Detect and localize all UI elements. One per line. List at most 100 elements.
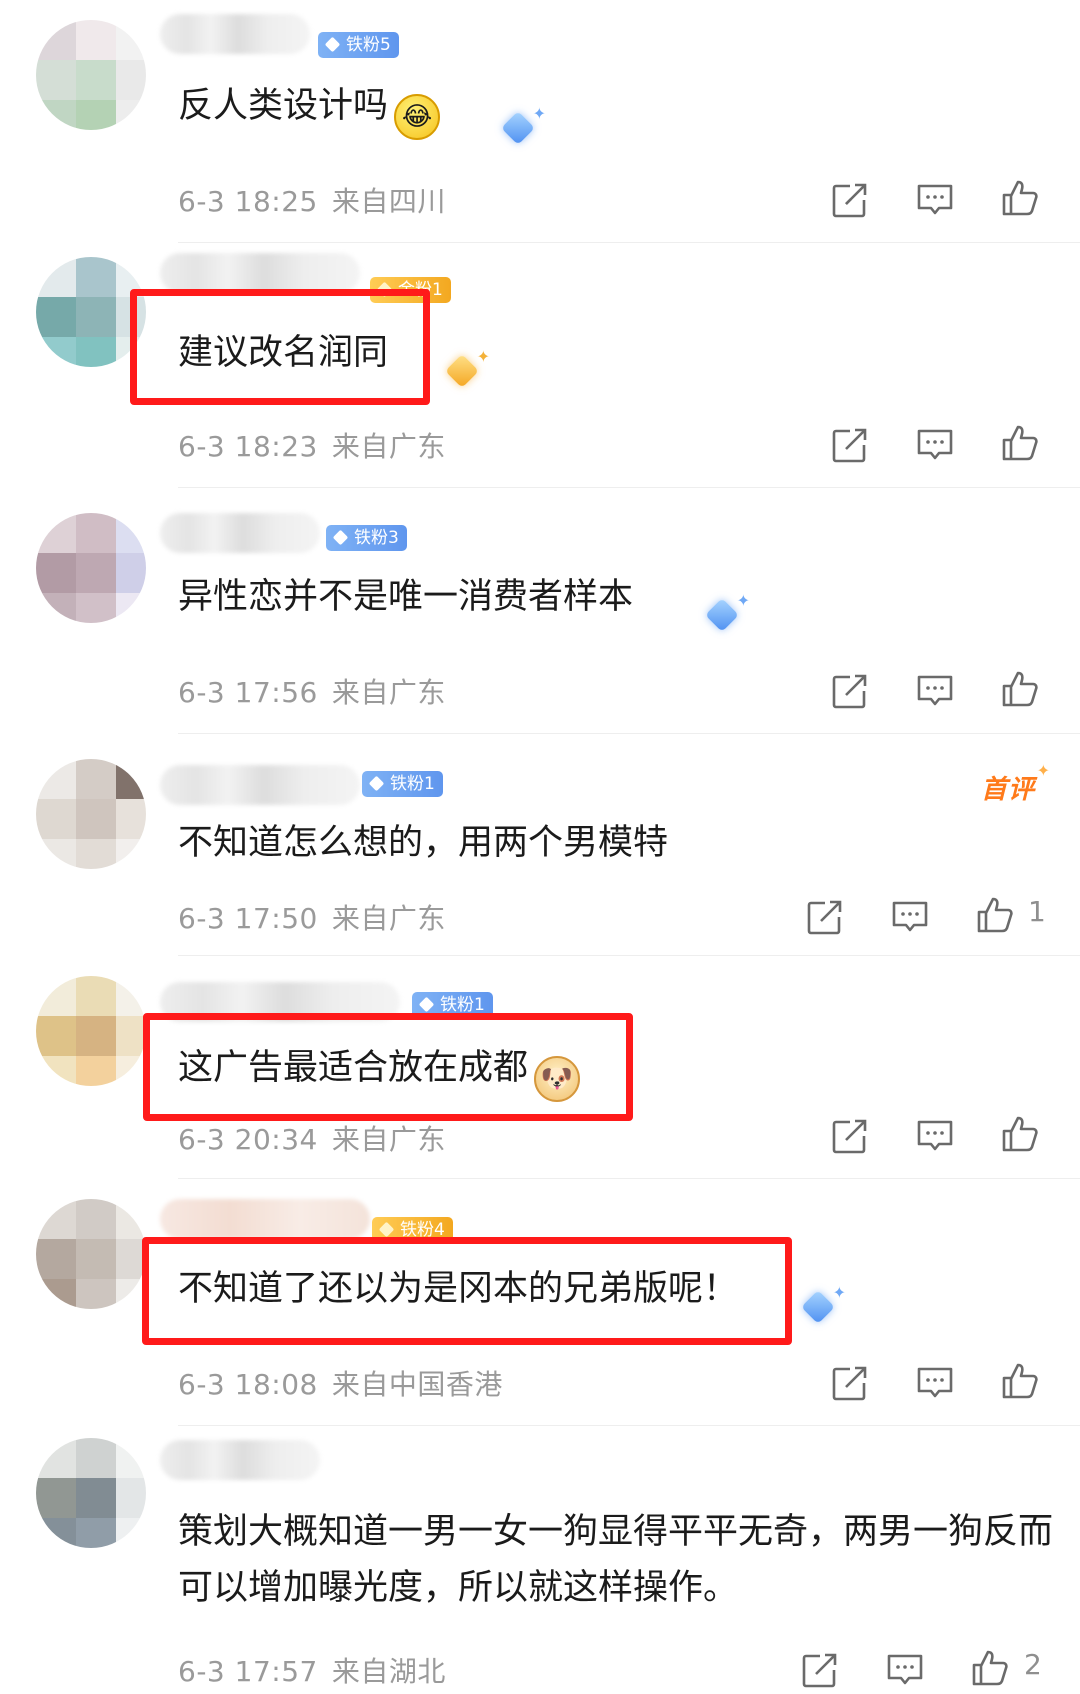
share-icon <box>832 1118 868 1154</box>
username[interactable] <box>160 1440 320 1480</box>
username[interactable] <box>160 14 310 54</box>
comment-location: 来自湖北 <box>331 1655 446 1688</box>
fan-decoration-icon: ✦ <box>440 347 490 395</box>
comment-text-body: 策划大概知道一男一女一狗显得平平无奇，两男一狗反而可以增加曝光度，所以就这样操作… <box>178 1512 1054 1608</box>
avatar[interactable] <box>36 1199 146 1309</box>
crown-icon <box>378 1221 395 1238</box>
like-button[interactable] <box>975 895 1015 935</box>
avatar[interactable] <box>36 759 146 869</box>
first-comment-tag: 首评 <box>981 761 1051 806</box>
share-button[interactable] <box>800 1650 840 1690</box>
like-count: 1 <box>1028 895 1046 928</box>
share-button[interactable] <box>830 1116 870 1156</box>
comment-icon <box>917 675 953 706</box>
fan-decoration-icon: ✦ <box>496 104 546 152</box>
comment-location: 来自广东 <box>331 676 446 709</box>
comment-text: 异性恋并不是唯一消费者样本 <box>178 569 633 625</box>
comment-time: 6-3 18:23 <box>178 430 318 463</box>
highlight-box <box>130 289 430 405</box>
share-button[interactable] <box>830 180 870 220</box>
comment-icon <box>917 1367 953 1398</box>
avatar[interactable] <box>36 1438 146 1548</box>
divider <box>178 487 1080 488</box>
username[interactable] <box>160 513 320 553</box>
share-button[interactable] <box>805 897 845 937</box>
comment-text: 不知道怎么想的，用两个男模特 <box>178 815 668 871</box>
share-icon <box>832 1365 868 1401</box>
comment-location: 来自广东 <box>331 1123 446 1156</box>
thumbs-up-icon <box>1002 1363 1038 1399</box>
username[interactable] <box>160 253 360 293</box>
comment-location: 来自四川 <box>331 185 446 218</box>
share-icon <box>807 899 843 935</box>
like-button[interactable] <box>1000 669 1040 709</box>
avatar[interactable] <box>36 976 146 1086</box>
divider <box>178 1178 1080 1179</box>
share-button[interactable] <box>830 425 870 465</box>
share-icon <box>832 673 868 709</box>
reply-button[interactable] <box>915 425 955 465</box>
like-button[interactable] <box>1000 1114 1040 1154</box>
fan-decoration-icon: ✦ <box>796 1283 846 1331</box>
comment-text-body: 异性恋并不是唯一消费者样本 <box>178 577 634 617</box>
fan-badge-label: 铁粉5 <box>346 35 391 55</box>
highlight-box <box>142 1237 792 1345</box>
diamond-icon <box>418 996 435 1013</box>
comment-time: 6-3 17:56 <box>178 676 318 709</box>
diamond-icon <box>324 36 341 53</box>
comment-location: 来自广东 <box>331 430 446 463</box>
comment-text: 反人类设计吗 😂 <box>178 78 441 140</box>
comment-location: 来自中国香港 <box>331 1368 503 1401</box>
reply-button[interactable] <box>885 1650 925 1690</box>
reply-button[interactable] <box>915 1363 955 1403</box>
comment-meta: 6-3 18:23 来自广东 <box>178 425 446 465</box>
comment-time: 6-3 20:34 <box>178 1123 318 1156</box>
comment-time: 6-3 18:08 <box>178 1368 318 1401</box>
avatar[interactable] <box>36 513 146 623</box>
username[interactable] <box>160 765 360 805</box>
comment-location: 来自广东 <box>331 902 446 935</box>
share-icon <box>832 427 868 463</box>
fan-badge[interactable]: 铁粉5 <box>318 32 399 58</box>
reply-button[interactable] <box>915 671 955 711</box>
reply-button[interactable] <box>915 1116 955 1156</box>
comment-meta: 6-3 18:25 来自四川 <box>178 180 446 220</box>
share-button[interactable] <box>830 1363 870 1403</box>
comment-meta: 6-3 17:56 来自广东 <box>178 671 446 711</box>
share-icon <box>802 1652 838 1688</box>
comment-time: 6-3 17:50 <box>178 902 318 935</box>
like-button[interactable] <box>1000 1361 1040 1401</box>
comment-meta: 6-3 17:50 来自广东 <box>178 897 446 937</box>
highlight-box <box>143 1013 633 1121</box>
like-button[interactable] <box>970 1648 1010 1688</box>
divider <box>178 733 1080 734</box>
like-count: 2 <box>1024 1648 1042 1681</box>
fan-badge[interactable]: 铁粉1 <box>362 771 443 797</box>
thumbs-up-icon <box>1002 1116 1038 1152</box>
avatar[interactable] <box>36 20 146 130</box>
diamond-icon <box>332 529 349 546</box>
reply-button[interactable] <box>915 180 955 220</box>
fan-badge[interactable]: 铁粉3 <box>326 525 407 551</box>
reply-button[interactable] <box>890 897 930 937</box>
fan-decoration-icon: ✦ <box>700 591 750 639</box>
laugh-cry-emoji-icon: 😂 <box>394 94 441 140</box>
thumbs-up-icon <box>1002 671 1038 707</box>
thumbs-up-icon <box>972 1650 1008 1686</box>
divider <box>178 1425 1080 1426</box>
comment-text-body: 反人类设计吗 <box>178 86 389 126</box>
like-button[interactable] <box>1000 178 1040 218</box>
comment-icon <box>887 1654 923 1685</box>
comment-icon <box>892 901 928 932</box>
share-icon <box>832 182 868 218</box>
share-button[interactable] <box>830 671 870 711</box>
fan-badge-label: 铁粉1 <box>440 995 485 1015</box>
comment-icon <box>917 429 953 460</box>
fan-badge-label: 铁粉1 <box>390 774 435 794</box>
fan-badge-label: 铁粉3 <box>354 528 399 548</box>
comment-icon <box>917 184 953 215</box>
username[interactable] <box>160 1199 370 1239</box>
comment-meta: 6-3 17:57 来自湖北 <box>178 1650 446 1690</box>
like-button[interactable] <box>1000 423 1040 463</box>
comment-icon <box>917 1120 953 1151</box>
